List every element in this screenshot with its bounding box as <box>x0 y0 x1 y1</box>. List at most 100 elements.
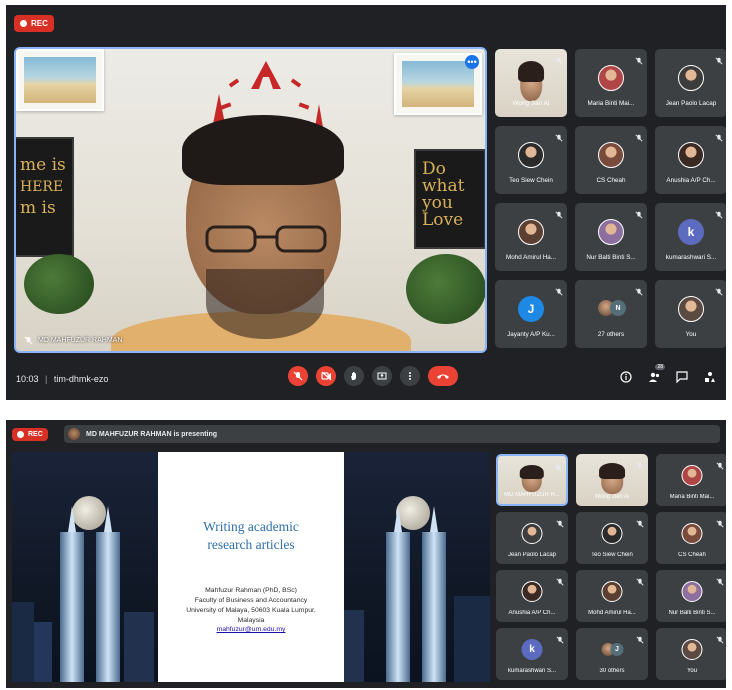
more-options-icon[interactable]: ••• <box>465 55 479 69</box>
others-letter: J <box>610 643 624 656</box>
participant-tile-jayanty-a-p-ku[interactable]: J Jayanty A/P Ku... <box>495 280 567 348</box>
participant-name: Anushia A/P Ch... <box>666 177 716 184</box>
participant-tile-anushia-a-p-ch[interactable]: Anushia A/P Ch... <box>655 126 726 194</box>
camera-toggle-button[interactable] <box>316 366 336 386</box>
main-speaker-video[interactable]: me is HERE m is Do what you Love ••• MD … <box>14 47 487 353</box>
mic-off-icon <box>635 283 643 296</box>
speaker-glasses <box>205 225 327 253</box>
participant-name: Maria Binti Mai... <box>669 494 715 500</box>
participant-name: Nur Balti Binti S... <box>668 610 716 616</box>
participant-name: Jayanty A/P Ku... <box>507 331 555 338</box>
mic-off-icon <box>556 631 564 644</box>
participant-tile-27-others[interactable]: N 27 others <box>575 280 647 348</box>
bonsai-left <box>24 254 94 314</box>
avatar: k <box>678 219 704 245</box>
participant-tile-maria-binti-mai[interactable]: Maria Binti Mai... <box>575 49 647 117</box>
leave-call-button[interactable] <box>428 366 458 386</box>
participant-name: Nur Balti Binti S... <box>586 254 636 261</box>
presenting-banner: MD MAHFUZUR RAHMAN is presenting <box>64 425 720 443</box>
mic-off-icon <box>635 206 643 219</box>
mic-off-icon <box>715 129 723 142</box>
hand-icon <box>351 372 356 380</box>
mic-off-icon <box>635 129 643 142</box>
slide-email-link[interactable]: mahfuzur@um.edu.my <box>158 625 344 635</box>
participant-name: kumarashwari S... <box>665 254 717 261</box>
speaker-hair <box>182 115 344 185</box>
meeting-info: 10:03 | tim-dhmk-ezo <box>16 374 109 384</box>
slide-author-block: Mahfuzur Rahman (PhD, BSc) Faculty of Bu… <box>158 586 344 635</box>
meet-window-top: REC me is HERE m is Do what you Love •••… <box>6 5 726 400</box>
mic-off-icon <box>715 283 723 296</box>
participant-name: You <box>686 668 698 674</box>
wall-painting-left <box>16 49 104 111</box>
participant-tile-mohd-amirul-ha[interactable]: Mohd Amirul Ha... <box>495 203 567 271</box>
participant-tile-cs-cheah[interactable]: CS Cheah <box>575 126 647 194</box>
hang-up-icon <box>437 374 449 379</box>
mic-off-icon <box>556 515 564 528</box>
avatar <box>518 219 544 245</box>
participant-tile-jean-paolo-lacap[interactable]: Jean Paolo Lacap <box>655 49 726 117</box>
present-button[interactable] <box>372 366 392 386</box>
mic-off-icon <box>555 129 563 142</box>
participant-tile-anushia-a-p-ch[interactable]: Anushia A/P Ch... <box>496 570 568 622</box>
participant-name: Maria Binti Mai... <box>587 100 635 107</box>
mic-off-icon <box>555 52 563 65</box>
participant-tile-wong-jian-ai[interactable]: Wong Jian Ai <box>495 49 567 117</box>
mic-off-icon <box>636 573 644 586</box>
participant-tile-maria-binti-mai[interactable]: Maria Binti Mai... <box>656 454 726 506</box>
mic-toggle-button[interactable] <box>288 366 308 386</box>
speaker-beard <box>206 269 324 339</box>
avatar <box>681 639 703 660</box>
mic-off-icon <box>555 283 563 296</box>
participant-tile-mohd-amirul-ha[interactable]: Mohd Amirul Ha... <box>576 570 648 622</box>
meeting-details-button[interactable] <box>618 369 634 385</box>
avatar: J <box>518 296 544 322</box>
participant-tile-teo-siew-chein[interactable]: Teo Siew Chein <box>495 126 567 194</box>
present-icon <box>377 372 387 380</box>
mic-off-icon <box>636 631 644 644</box>
people-button[interactable]: 28 <box>646 364 665 385</box>
participant-name: Teo Siew Chein <box>591 552 633 558</box>
participant-tile-cs-cheah[interactable]: CS Cheah <box>656 512 726 564</box>
mic-off-icon <box>636 457 644 470</box>
mic-off-icon <box>556 573 564 586</box>
participant-tile-wong-jian-ai[interactable]: Wong Jian Ai <box>576 454 648 506</box>
participant-tile-kumarashwari-s[interactable]: k kumarashwari S... <box>496 628 568 680</box>
chat-button[interactable] <box>674 369 690 385</box>
presenter-avatar <box>68 428 80 440</box>
others-avatar-stack: N <box>598 296 626 322</box>
record-dot-icon <box>20 20 27 27</box>
activities-icon <box>705 372 715 382</box>
rec-label: REC <box>31 19 48 28</box>
participant-tile-kumarashwari-s[interactable]: k kumarashwari S... <box>655 203 726 271</box>
participant-name: Jean Paolo Lacap <box>507 552 557 558</box>
participant-tile-30-others[interactable]: J 30 others <box>576 628 648 680</box>
participant-name: Anushia A/P Ch... <box>508 610 556 616</box>
others-avatar-stack: J <box>601 639 624 660</box>
participant-tile-nur-balti-binti-s[interactable]: Nur Balti Binti S... <box>575 203 647 271</box>
participant-name: Wong Jian Ai <box>594 494 630 500</box>
mic-off-icon <box>555 206 563 219</box>
mic-off-icon <box>636 515 644 528</box>
participant-name: 30 others <box>599 668 625 674</box>
recording-badge: REC <box>14 15 54 32</box>
others-letter: N <box>610 300 626 316</box>
participant-tile-teo-siew-chein[interactable]: Teo Siew Chein <box>576 512 648 564</box>
more-options-button[interactable] <box>400 366 420 386</box>
avatar <box>598 142 624 168</box>
participant-tile-jean-paolo-lacap[interactable]: Jean Paolo Lacap <box>496 512 568 564</box>
participant-name: You <box>685 331 697 338</box>
avatar <box>681 581 703 602</box>
participant-tile-md-mahfuzur-r[interactable]: MD MAHFUZUR R... <box>496 454 568 506</box>
speaker-name: MD MAHFUZUR RAHMAN <box>38 337 123 344</box>
raise-hand-button[interactable] <box>344 366 364 386</box>
mic-off-icon <box>715 52 723 65</box>
participant-tile-you[interactable]: You <box>655 280 726 348</box>
activities-button[interactable] <box>702 369 718 385</box>
slide-title: Writing academic research articles <box>203 519 299 553</box>
rec-label: REC <box>28 431 43 438</box>
participant-tile-you[interactable]: You <box>656 628 726 680</box>
meet-window-bottom: REC MD MAHFUZUR RAHMAN is presenting Wri… <box>6 420 726 688</box>
participant-tile-nur-balti-binti-s[interactable]: Nur Balti Binti S... <box>656 570 726 622</box>
clock-time: 10:03 <box>16 374 39 384</box>
